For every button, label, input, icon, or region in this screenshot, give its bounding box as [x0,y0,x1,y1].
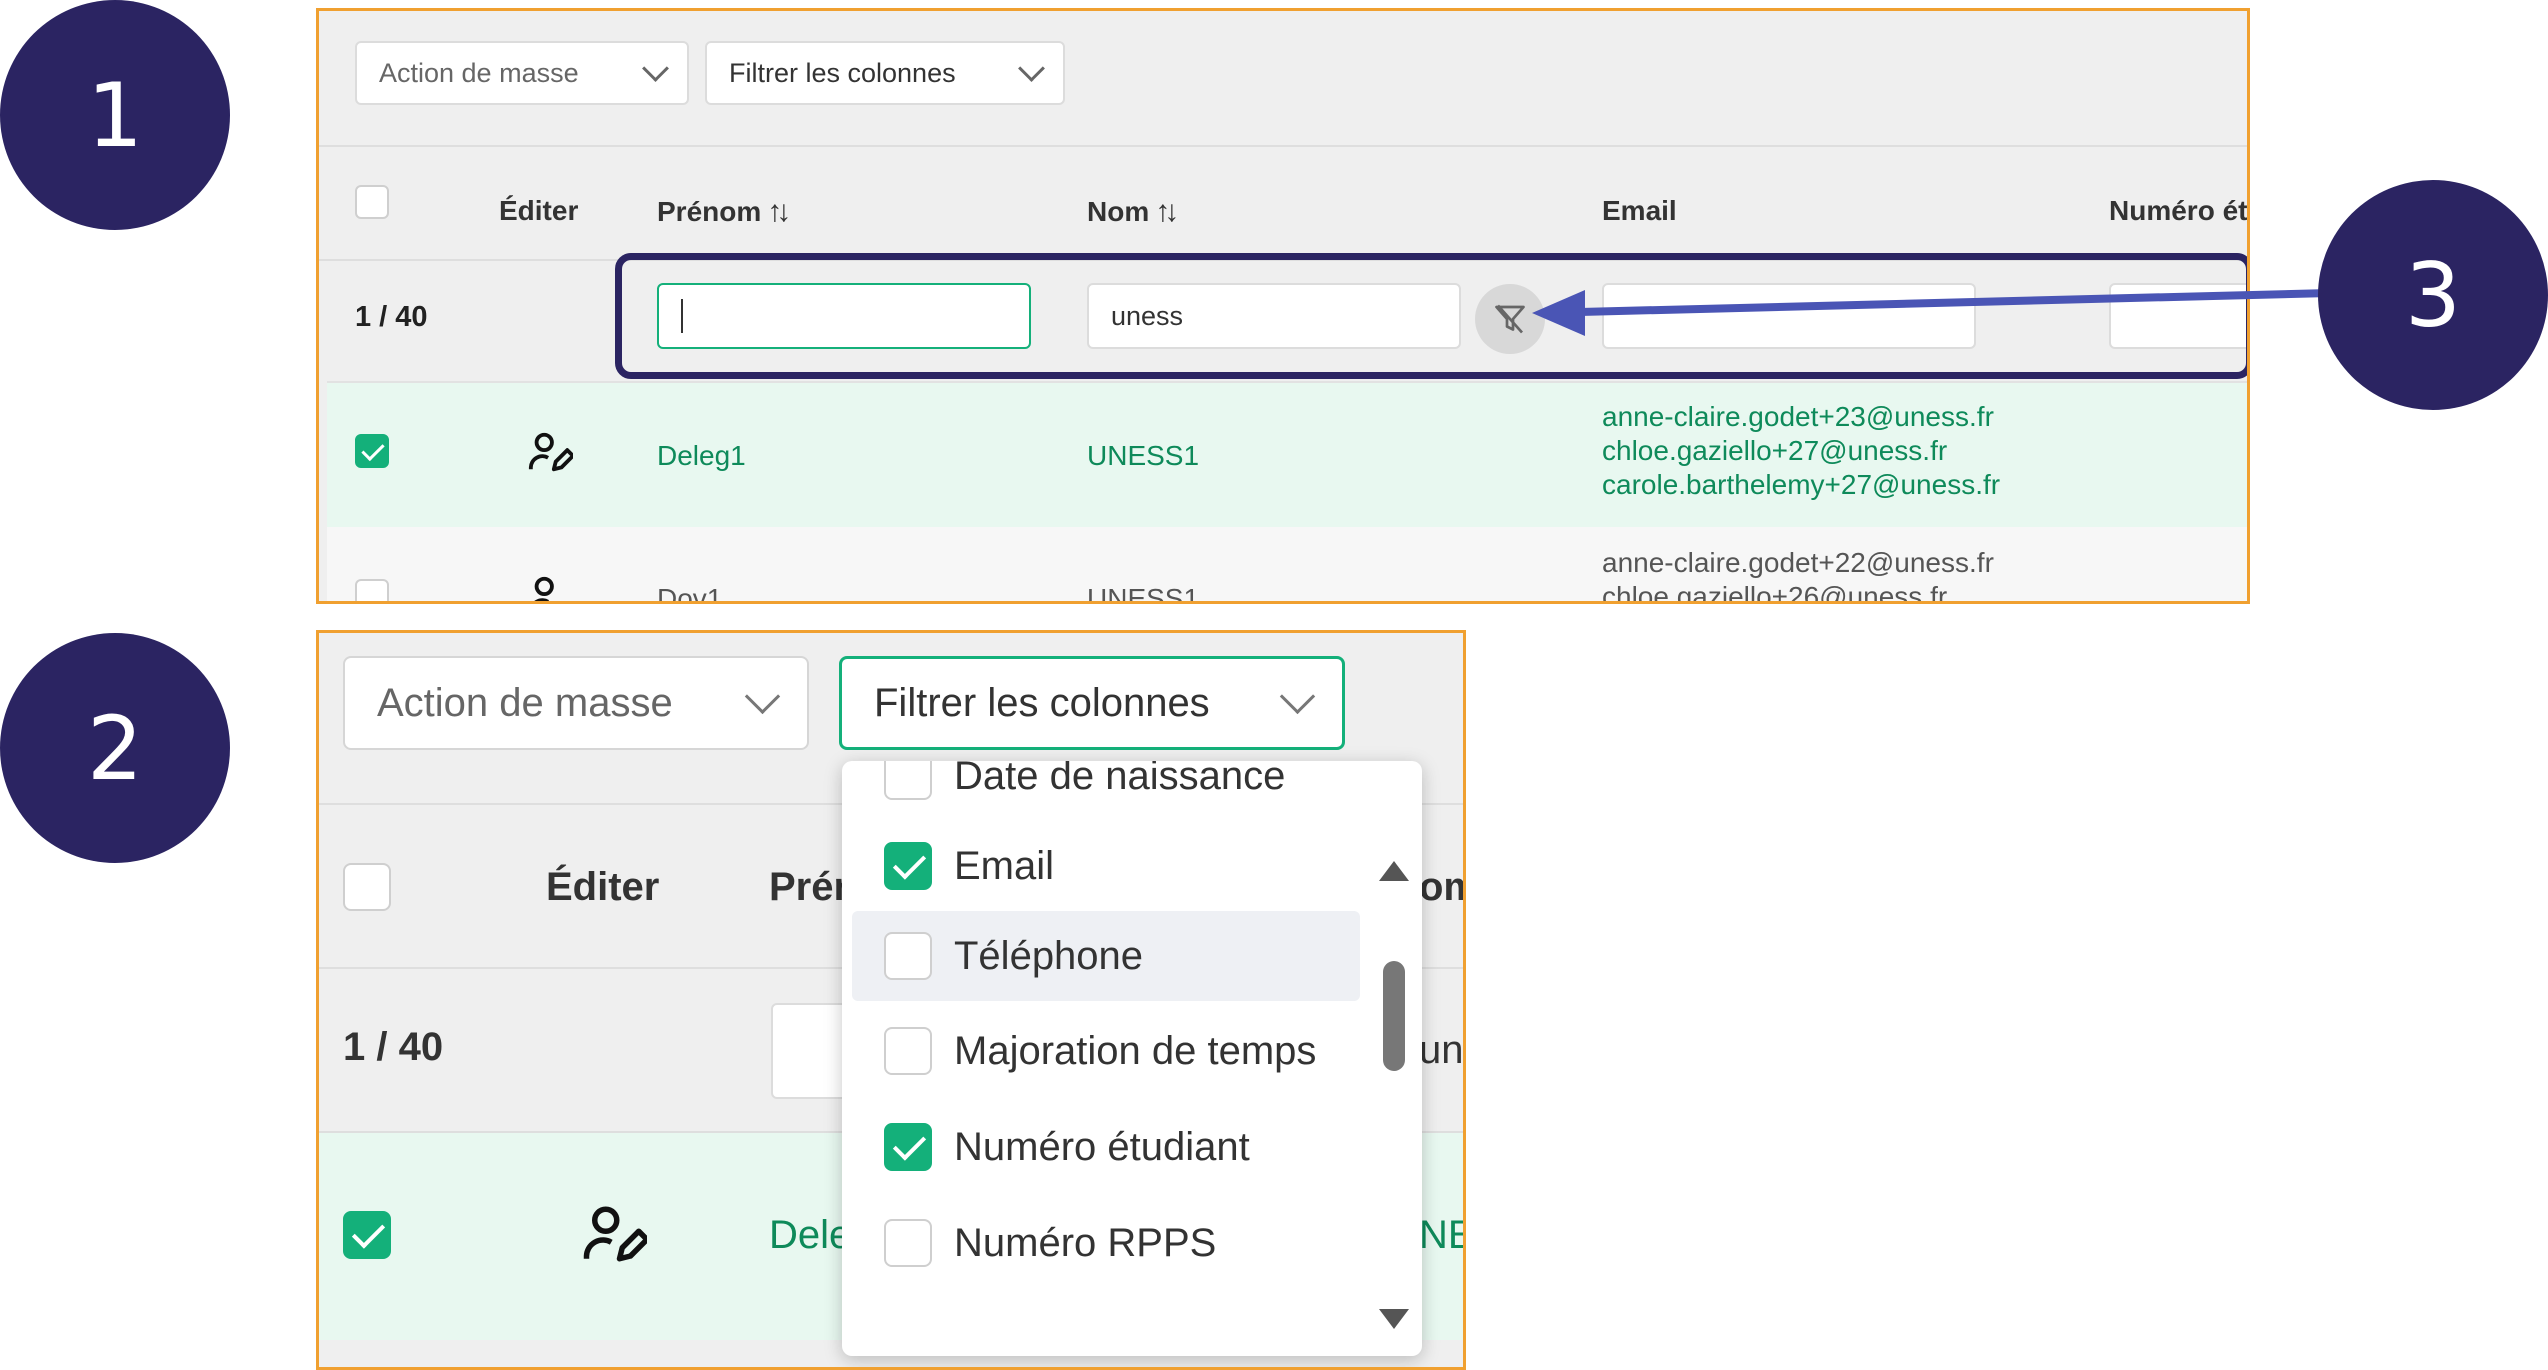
column-option-checkbox[interactable] [884,1219,932,1267]
panel-column-filter: Action de masse Filtrer les colonnes Édi… [316,630,1466,1370]
edit-user-icon[interactable] [581,1201,650,1272]
step-badge-3: 3 [2318,180,2548,410]
row-checkbox[interactable] [343,1211,391,1259]
bulk-action-select[interactable]: Action de masse [343,656,809,750]
last-name-filter-partial: une [1419,1028,1464,1072]
header-edit: Éditer [546,865,660,909]
column-filter-dropdown: Date de naissance Email Téléphone Majora… [842,761,1422,1356]
column-option-checkbox[interactable] [884,842,932,890]
column-option[interactable]: Numéro RPPS [852,1198,1360,1288]
cell-last-name-partial: NES [1419,1213,1463,1257]
column-filter-select[interactable]: Filtrer les colonnes [839,656,1345,750]
column-option[interactable]: Date de naissance [852,761,1360,821]
column-option-checkbox[interactable] [884,932,932,980]
scroll-down-icon[interactable] [1379,1309,1409,1329]
header-last-name[interactable]: om [1419,865,1463,910]
cell-first-name-partial: Dele [769,1213,852,1257]
scrollbar-thumb[interactable] [1383,961,1405,1071]
row-count: 1 / 40 [343,1025,444,1069]
select-all-checkbox[interactable] [343,863,391,911]
chevron-down-icon [744,678,781,714]
column-option[interactable]: Téléphone [852,911,1360,1001]
chevron-down-icon [1279,678,1316,714]
scroll-up-icon[interactable] [1379,861,1409,881]
column-option[interactable]: Email [852,821,1360,911]
column-option[interactable]: Majoration de temps [852,1006,1360,1096]
column-option-checkbox[interactable] [884,1027,932,1075]
column-option-checkbox[interactable] [884,761,932,800]
column-option-checkbox[interactable] [884,1123,932,1171]
column-option[interactable]: Numéro étudiant [852,1102,1360,1192]
